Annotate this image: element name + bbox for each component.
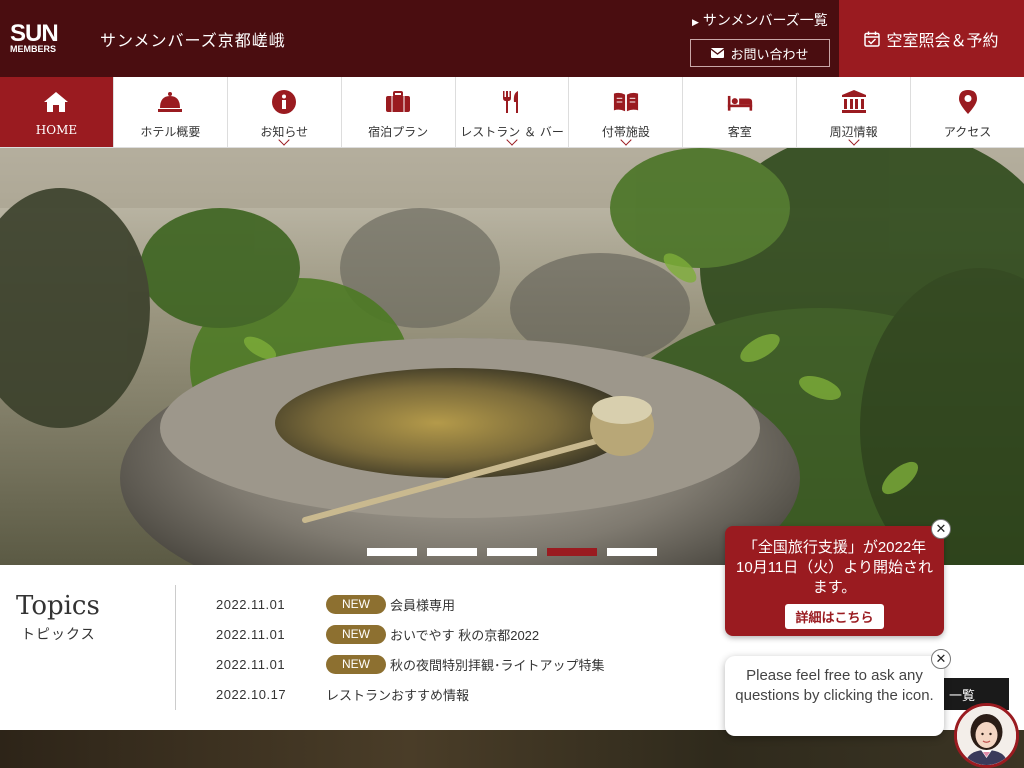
nav-label: HOME <box>35 123 78 137</box>
news-list-label: 一覧 <box>948 687 975 703</box>
news-date: 2022.11.01 <box>216 656 286 672</box>
news-title: おいでやす 秋の京都2022 <box>390 627 540 643</box>
news-item[interactable]: 2022.11.01 NEW おいでやす 秋の京都2022 <box>216 619 605 649</box>
nav-item-hotel-overview[interactable]: ホテル概要 <box>112 77 227 147</box>
nav-item-area-info[interactable]: 周辺情報 <box>796 77 910 147</box>
details-button[interactable]: 詳細はこちら <box>785 604 884 629</box>
news-item[interactable]: 2022.11.01 NEW 会員様専用 <box>216 589 605 619</box>
calendar-check-icon <box>864 31 881 47</box>
reserve-label: 空室照会＆予約 <box>886 30 999 50</box>
nav-label: 宿泊プラン <box>368 125 429 139</box>
fork-knife-icon <box>499 89 525 115</box>
slider-indicators <box>367 548 657 556</box>
nav-item-facilities[interactable]: 付帯施設 <box>568 77 682 147</box>
reserve-button[interactable]: 空室照会＆予約 <box>839 0 1024 77</box>
news-title: 会員様専用 <box>390 597 456 613</box>
travel-support-popup: 「全国旅行支援」が2022年10月11日（火）より開始されます。 詳細はこちら <box>725 526 944 636</box>
home-icon <box>43 89 69 115</box>
topics-title: Topics <box>16 591 100 621</box>
new-badge: NEW <box>326 654 386 674</box>
nav-label: 客室 <box>727 125 752 139</box>
book-icon <box>613 89 639 115</box>
news-list: 2022.11.01 NEW 会員様専用 2022.11.01 NEW おいでや… <box>216 589 605 709</box>
chat-prompt-bubble[interactable]: Please feel free to ask any questions by… <box>725 656 944 736</box>
nav-item-home[interactable]: HOME <box>0 77 113 147</box>
chat-prompt-text: Please feel free to ask any questions by… <box>735 667 934 704</box>
site-header: SUN MEMBERS サンメンバーズ京都嵯峨 ▶ サンメンバーズ一覧 お問い合わ… <box>0 0 1024 77</box>
nav-item-stay-plans[interactable]: 宿泊プラン <box>340 77 455 147</box>
slider-dot[interactable] <box>487 548 537 556</box>
slider-dot[interactable] <box>367 548 417 556</box>
slider-dot[interactable] <box>427 548 477 556</box>
topics-divider <box>175 585 176 710</box>
chat-avatar-icon[interactable] <box>954 703 1019 768</box>
bell-icon <box>157 89 183 115</box>
logo-sun-text: SUN <box>10 20 59 47</box>
slider-dot-active[interactable] <box>547 548 597 556</box>
close-promo-icon[interactable]: ✕ <box>931 519 951 539</box>
new-badge: NEW <box>326 624 386 644</box>
info-icon <box>271 89 297 115</box>
nav-item-access[interactable]: アクセス <box>910 77 1024 147</box>
news-date: 2022.11.01 <box>216 596 286 612</box>
news-item[interactable]: 2022.11.01 NEW 秋の夜間特別拝観･ライトアップ特集 <box>216 649 605 679</box>
triangle-right-icon: ▶ <box>692 18 699 28</box>
contact-button[interactable]: お問い合わせ <box>690 39 830 67</box>
new-badge: NEW <box>326 594 386 614</box>
concierge-avatar-illustration <box>957 706 1016 765</box>
news-title: レストランおすすめ情報 <box>326 687 470 703</box>
members-list-label: サンメンバーズ一覧 <box>702 13 828 29</box>
nav-item-restaurant-bar[interactable]: レストラン ＆ バー <box>454 77 569 147</box>
map-pin-icon <box>955 89 981 115</box>
hero-slider-image[interactable] <box>0 148 1024 565</box>
bed-icon <box>727 89 753 115</box>
news-title: 秋の夜間特別拝観･ライトアップ特集 <box>390 657 605 673</box>
close-chat-icon[interactable]: ✕ <box>931 649 951 669</box>
sun-members-logo[interactable]: SUN MEMBERS <box>10 20 59 54</box>
nav-item-rooms[interactable]: 客室 <box>682 77 796 147</box>
hotel-name[interactable]: サンメンバーズ京都嵯峨 <box>100 27 286 51</box>
members-list-link[interactable]: ▶ サンメンバーズ一覧 <box>692 10 828 30</box>
suitcase-icon <box>385 89 411 115</box>
topics-subtitle: トピックス <box>21 627 96 643</box>
landmark-icon <box>841 89 867 115</box>
logo-members-text: MEMBERS <box>10 44 57 54</box>
nav-label: ホテル概要 <box>140 125 201 139</box>
mail-icon <box>711 48 725 58</box>
news-item[interactable]: 2022.10.17 レストランおすすめ情報 <box>216 679 605 709</box>
travel-support-text: 「全国旅行支援」が2022年10月11日（火）より開始されます。 <box>736 539 933 596</box>
slider-dot[interactable] <box>607 548 657 556</box>
news-date: 2022.11.01 <box>216 626 286 642</box>
contact-label: お問い合わせ <box>730 47 809 63</box>
news-date: 2022.10.17 <box>216 686 287 702</box>
nav-label: アクセス <box>943 125 992 139</box>
main-nav: HOME ホテル概要 お知らせ 宿泊プラン レストラン ＆ バー 付帯施設 客室… <box>0 77 1024 148</box>
nav-item-news[interactable]: お知らせ <box>226 77 341 147</box>
garden-basin-illustration <box>0 148 1024 565</box>
